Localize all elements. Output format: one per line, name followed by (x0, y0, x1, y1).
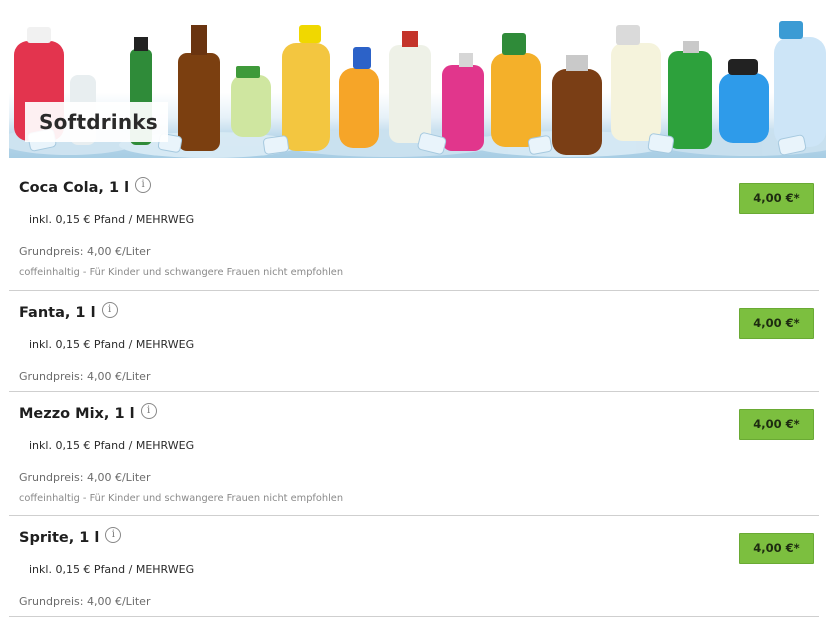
base-price-text: Grundpreis: 4,00 €/Liter (19, 370, 151, 383)
product-name: Sprite, 1 l (19, 530, 100, 546)
deposit-text: inkl. 0,15 € Pfand / MEHRWEG (29, 563, 195, 576)
price-button[interactable]: 4,00 €* (739, 409, 814, 440)
product-name-row: Sprite, 1 l i (19, 527, 122, 546)
product-row: Fanta, 1 l i inkl. 0,15 € Pfand / MEHRWE… (9, 291, 819, 392)
product-row: Coca Cola, 1 l i inkl. 0,15 € Pfand / ME… (9, 166, 819, 291)
deposit-text: inkl. 0,15 € Pfand / MEHRWEG (29, 213, 195, 226)
price-button[interactable]: 4,00 €* (739, 308, 814, 339)
base-price-text: Grundpreis: 4,00 €/Liter (19, 245, 151, 258)
product-name-row: Coca Cola, 1 l i (19, 177, 152, 196)
deposit-text: inkl. 0,15 € Pfand / MEHRWEG (29, 338, 195, 351)
base-price-text: Grundpreis: 4,00 €/Liter (19, 471, 151, 484)
info-circle-icon[interactable]: i (135, 177, 152, 193)
product-row: Mezzo Mix, 1 l i inkl. 0,15 € Pfand / ME… (9, 392, 819, 516)
caffeine-note: coffeinhaltig - Für Kinder und schwanger… (19, 267, 344, 278)
product-name-row: Fanta, 1 l i (19, 302, 118, 321)
product-name: Coca Cola, 1 l (19, 180, 130, 196)
price-button[interactable]: 4,00 €* (739, 183, 814, 214)
product-name: Fanta, 1 l (19, 305, 96, 321)
category-banner: Softdrinks (9, 13, 826, 158)
product-name-row: Mezzo Mix, 1 l i (19, 403, 157, 422)
info-circle-icon[interactable]: i (140, 403, 157, 419)
info-circle-icon[interactable]: i (101, 302, 118, 318)
caffeine-note: coffeinhaltig - Für Kinder und schwanger… (19, 493, 344, 504)
price-button[interactable]: 4,00 €* (739, 533, 814, 564)
deposit-text: inkl. 0,15 € Pfand / MEHRWEG (29, 439, 195, 452)
product-name: Mezzo Mix, 1 l (19, 406, 135, 422)
product-list: Coca Cola, 1 l i inkl. 0,15 € Pfand / ME… (9, 166, 819, 617)
product-row: Sprite, 1 l i inkl. 0,15 € Pfand / MEHRW… (9, 516, 819, 617)
category-title: Softdrinks (25, 102, 168, 142)
base-price-text: Grundpreis: 4,00 €/Liter (19, 595, 151, 608)
info-circle-icon[interactable]: i (105, 527, 122, 543)
